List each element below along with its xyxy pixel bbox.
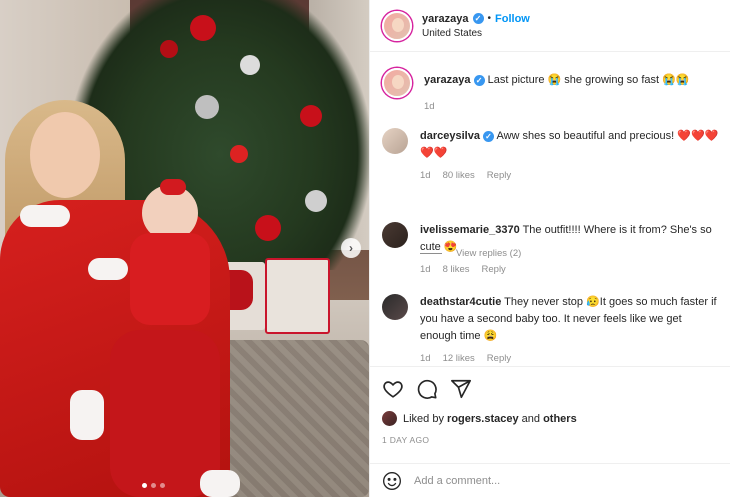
share-icon[interactable]: [450, 378, 472, 400]
ornament: [160, 40, 178, 58]
ornament: [240, 55, 260, 75]
comment-likes[interactable]: 8 likes: [443, 264, 470, 275]
author-username[interactable]: yarazaya: [422, 13, 469, 25]
caption-username[interactable]: yarazaya: [424, 74, 471, 86]
emoji-icon[interactable]: [382, 471, 402, 491]
avatar[interactable]: [382, 294, 408, 320]
comment-item: deathstar4cutie They never stop 😥It goes…: [382, 294, 720, 364]
liked-by-others[interactable]: others: [543, 413, 577, 425]
carousel-dot: [151, 483, 156, 488]
fur-trim: [70, 390, 104, 440]
comment-input[interactable]: [414, 474, 694, 487]
post-header: yarazaya ✓ • Follow United States: [370, 0, 730, 52]
fur-trim: [200, 470, 240, 497]
comment-time[interactable]: 1d: [420, 353, 431, 364]
comment-icon[interactable]: [416, 378, 438, 400]
comment-username[interactable]: deathstar4cutie: [420, 296, 501, 308]
liked-by-prefix: Liked by: [403, 412, 444, 425]
chevron-right-icon[interactable]: ›: [341, 238, 361, 258]
caption-text: Last picture 😭 she growing so fast 😭😭: [487, 74, 690, 86]
heart-icon[interactable]: [382, 378, 404, 400]
comment-username[interactable]: darceysilva: [420, 130, 480, 142]
comment-item: darceysilva ✓ Aww shes so beautiful and …: [382, 128, 720, 181]
fur-trim: [20, 205, 70, 227]
comment-likes[interactable]: 80 likes: [443, 170, 475, 181]
person-face: [30, 112, 100, 198]
reply-button[interactable]: Reply: [487, 353, 511, 364]
comment-username[interactable]: ivelissemarie_3370: [420, 224, 520, 236]
verified-icon: ✓: [472, 13, 484, 24]
avatar[interactable]: [382, 128, 408, 154]
ornament: [195, 95, 219, 119]
avatar[interactable]: [382, 411, 397, 426]
carousel-dot: [160, 483, 165, 488]
comments-list[interactable]: yarazaya ✓ Last picture 😭 she growing so…: [370, 52, 730, 366]
ornament: [300, 105, 322, 127]
caption-time[interactable]: 1d: [424, 101, 435, 112]
post-photo[interactable]: ›: [0, 0, 369, 497]
carousel-dot: [142, 483, 147, 488]
reply-button[interactable]: Reply: [487, 170, 511, 181]
verified-icon: ✓: [473, 75, 485, 86]
liked-by-and: and: [521, 412, 541, 425]
comment-time[interactable]: 1d: [420, 170, 431, 181]
liked-by: Liked by rogers.stacey and others: [382, 411, 577, 426]
reply-button[interactable]: Reply: [482, 264, 506, 275]
avatar[interactable]: [382, 68, 412, 98]
avatar[interactable]: [382, 10, 412, 41]
carousel-dots: [142, 483, 165, 488]
post-actions: Liked by rogers.stacey and others 1 DAY …: [370, 366, 730, 496]
ornament: [230, 145, 248, 163]
gift-box: [265, 258, 330, 334]
baby: [130, 179, 210, 325]
comment-time[interactable]: 1d: [420, 264, 431, 275]
baby-outfit: [130, 233, 210, 325]
avatar[interactable]: [382, 222, 408, 248]
post-date[interactable]: 1 DAY AGO: [382, 435, 429, 445]
location[interactable]: United States: [422, 28, 530, 39]
separator: •: [487, 13, 492, 24]
ornament: [190, 15, 216, 41]
ornament: [305, 190, 327, 212]
liked-by-user[interactable]: rogers.stacey: [447, 413, 519, 425]
comment-likes[interactable]: 12 likes: [443, 353, 475, 364]
add-comment-bar: [370, 463, 730, 497]
comment-item: ivelissemarie_3370 The outfit!!!! Where …: [382, 222, 720, 275]
fur-trim: [88, 258, 128, 280]
post-sidebar: yarazaya ✓ • Follow United States yaraza…: [369, 0, 730, 497]
baby-bow: [160, 179, 186, 195]
follow-button[interactable]: Follow: [495, 13, 530, 25]
verified-icon: ✓: [483, 131, 494, 142]
ornament: [255, 215, 281, 241]
caption: yarazaya ✓ Last picture 😭 she growing so…: [382, 68, 724, 112]
